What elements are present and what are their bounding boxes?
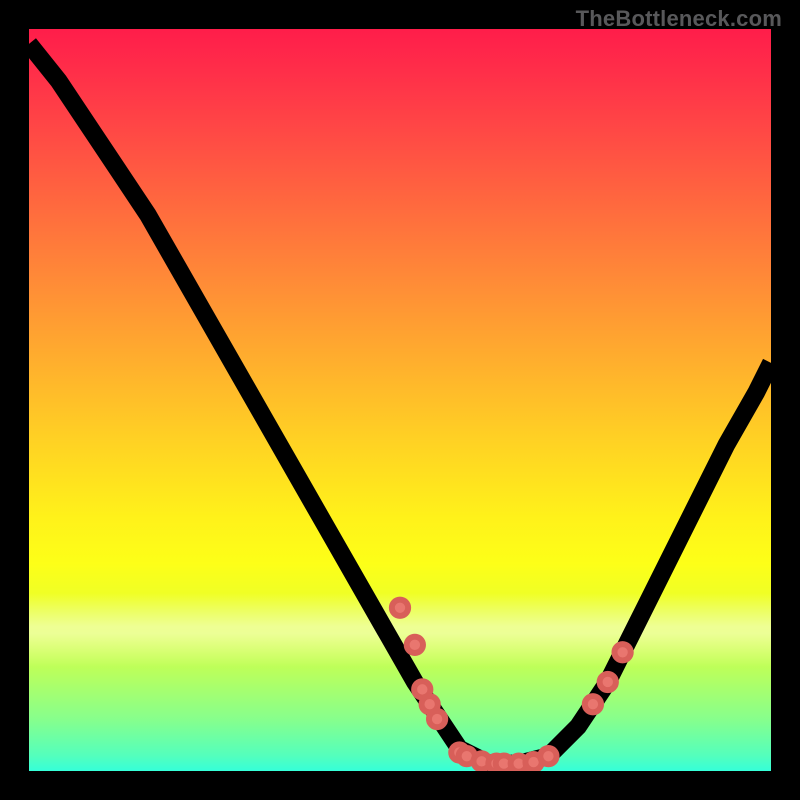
curve-marker [540, 748, 556, 764]
curve-marker [407, 637, 423, 653]
curve-marker [585, 696, 601, 712]
curve-marker [600, 674, 616, 690]
curve-marker [614, 644, 630, 660]
plot-area [29, 29, 771, 771]
curve-marker [392, 600, 408, 616]
bottleneck-curve [29, 44, 771, 764]
curve-marker [429, 711, 445, 727]
chart-frame: TheBottleneck.com [0, 0, 800, 800]
curve-svg [29, 29, 771, 771]
